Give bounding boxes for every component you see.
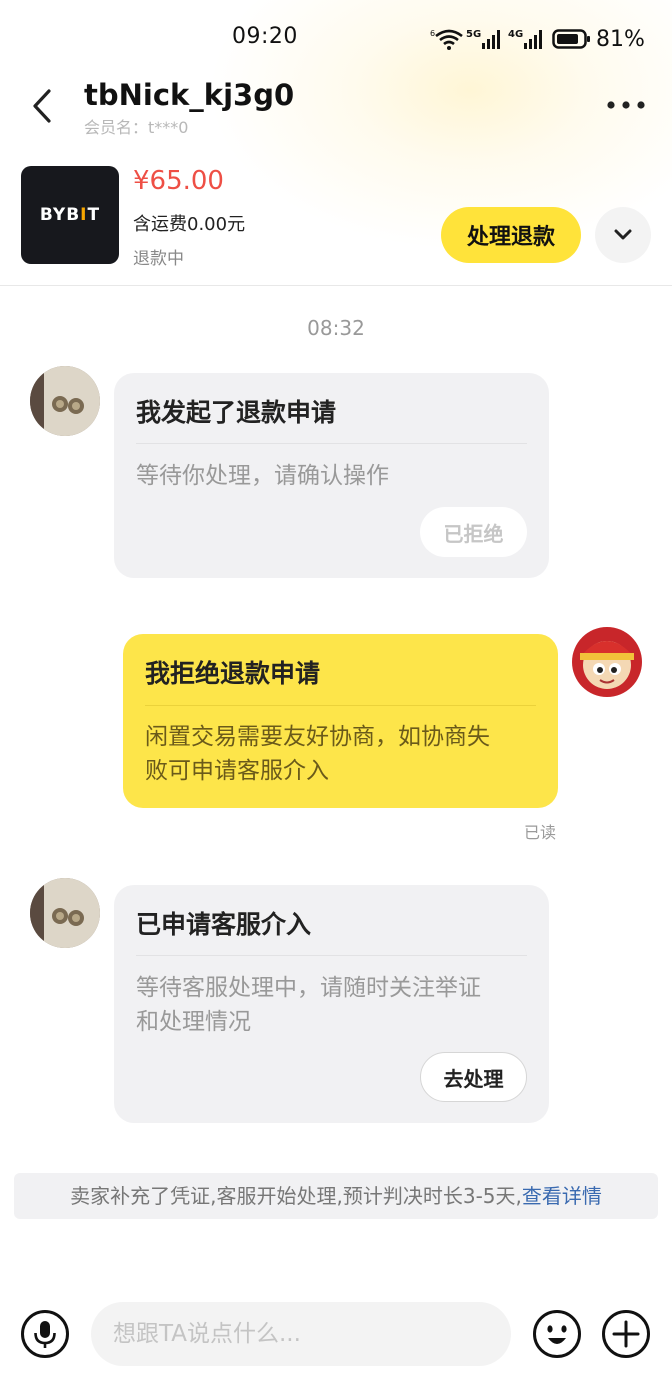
emoji-button[interactable] (532, 1309, 582, 1359)
status-icons: 6 5G 4G 81% (430, 24, 645, 54)
status-time: 09:20 (232, 24, 298, 49)
battery-icon (552, 27, 592, 51)
chat-area: 08:32 我发起了退款申请 等待你处理，请确认操作 已拒绝 我拒绝退款申请 闲… (0, 286, 672, 1286)
message-text-line1: 等待客服处理中，请随时关注举证 (136, 975, 481, 1001)
order-card: BYBIT ¥65.00 含运费0.00元 退款中 处理退款 (0, 160, 672, 270)
battery-percent: 81% (596, 26, 645, 52)
buyer-avatar[interactable] (30, 878, 100, 948)
message-text: 等待你处理，请确认操作 (136, 463, 389, 489)
read-receipt: 已读 (524, 823, 557, 842)
message-bubble-reject: 我拒绝退款申请 闲置交易需要友好协商，如协商失 败可申请客服介入 (123, 634, 558, 808)
signal-4g-icon: 4G (508, 27, 546, 51)
emoji-smile-icon (533, 1310, 581, 1358)
message-bubble-refund-request: 我发起了退款申请 等待你处理，请确认操作 已拒绝 (114, 373, 549, 578)
buyer-avatar[interactable] (30, 366, 100, 436)
order-price: ¥65.00 (133, 166, 224, 196)
back-button[interactable] (22, 84, 62, 128)
member-name: 会员名：t***0 (84, 118, 189, 137)
message-divider (136, 955, 527, 956)
input-bar (0, 1290, 672, 1386)
chevron-down-icon (614, 229, 632, 240)
order-status: 退款中 (133, 249, 184, 269)
wifi-icon: 6 (430, 27, 464, 51)
system-notice: 卖家补充了凭证,客服开始处理,预计判决时长3-5天,查看详情 (14, 1173, 658, 1219)
message-divider (136, 443, 527, 444)
expand-button[interactable] (595, 207, 651, 263)
message-input[interactable] (91, 1302, 511, 1366)
bybit-logo: BYBIT (39, 205, 101, 225)
chevron-left-icon (33, 89, 51, 123)
product-thumbnail[interactable]: BYBIT (21, 166, 119, 264)
plus-icon (602, 1310, 650, 1358)
message-text-line1: 闲置交易需要友好协商，如协商失 (145, 724, 490, 750)
status-bar: 09:20 6 5G 4G 81% (0, 0, 672, 78)
contact-nickname: tbNick_kj3g0 (84, 78, 295, 112)
chat-timestamp: 08:32 (307, 316, 365, 340)
message-text-line2: 和处理情况 (136, 1009, 251, 1035)
voice-button[interactable] (20, 1309, 70, 1359)
message-title: 我发起了退款申请 (136, 398, 337, 427)
message-text-line2: 败可申请客服介入 (145, 758, 329, 784)
microphone-icon (21, 1310, 69, 1358)
shipping-fee: 含运费0.00元 (133, 214, 246, 235)
signal-5g-icon: 5G (466, 27, 504, 51)
nav-bar: tbNick_kj3g0 会员名：t***0 (0, 70, 672, 140)
svg-text:4G: 4G (508, 29, 523, 40)
message-title: 我拒绝退款申请 (145, 659, 321, 688)
message-bubble-customer-service: 已申请客服介入 等待客服处理中，请随时关注举证 和处理情况 去处理 (114, 885, 549, 1123)
message-divider (145, 705, 536, 706)
more-button[interactable] (604, 90, 648, 120)
more-actions-button[interactable] (601, 1309, 651, 1359)
my-avatar[interactable] (572, 627, 642, 697)
go-handle-button[interactable]: 去处理 (420, 1052, 527, 1102)
message-title: 已申请客服介入 (136, 910, 312, 939)
notice-text: 卖家补充了凭证,客服开始处理,预计判决时长3-5天, (70, 1184, 522, 1208)
more-dots-icon (607, 101, 645, 109)
view-details-link[interactable]: 查看详情 (522, 1184, 602, 1208)
rejected-button: 已拒绝 (420, 507, 527, 557)
svg-text:6: 6 (430, 29, 435, 38)
svg-text:5G: 5G (466, 29, 481, 40)
handle-refund-button[interactable]: 处理退款 (441, 207, 581, 263)
